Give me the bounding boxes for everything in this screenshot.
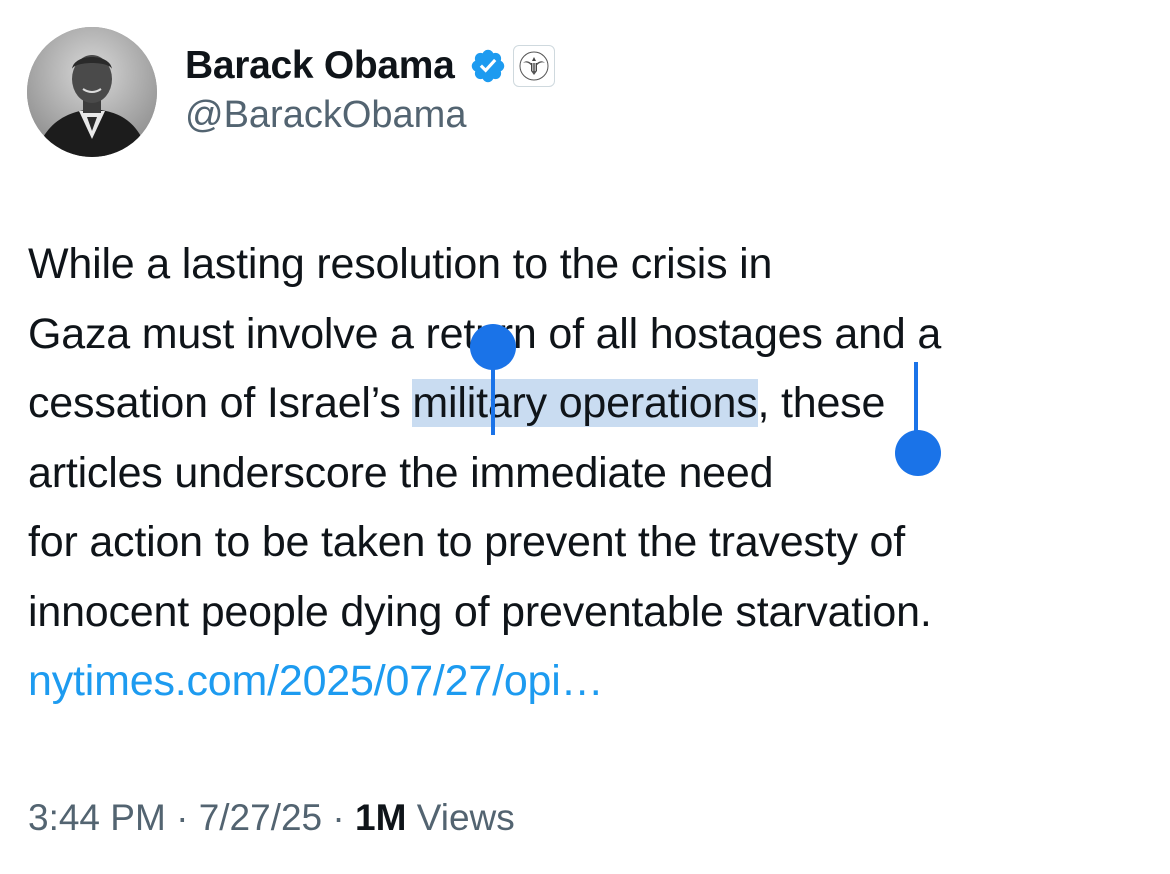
meta-separator: · xyxy=(176,797,189,838)
author-display-name[interactable]: Barack Obama xyxy=(185,44,455,88)
selection-start-handle[interactable] xyxy=(470,324,516,370)
tweet-link[interactable]: nytimes.com/2025/07/27/opi… xyxy=(28,647,1158,717)
tweet-line-1: While a lasting resolution to the crisis… xyxy=(28,240,773,288)
views-count[interactable]: 1M xyxy=(355,797,406,838)
tweet-line-6: innocent people dying of preventable sta… xyxy=(28,587,932,636)
meta-separator: · xyxy=(332,797,345,838)
tweet-line-4: articles underscore the immediate need xyxy=(28,448,774,497)
selection-end-handle[interactable] xyxy=(895,430,941,476)
tweet-line-3: cessation of Israel’s military operation… xyxy=(28,369,1158,439)
tweet-line-2: Gaza must involve a return of all hostag… xyxy=(28,309,942,358)
author-handle[interactable]: @BarackObama xyxy=(185,94,466,137)
tweet-line-3-after: , these xyxy=(757,379,886,427)
avatar[interactable] xyxy=(27,27,157,157)
government-seal-icon[interactable] xyxy=(512,45,555,87)
tweet-line-3-before: cessation of Israel’s xyxy=(28,379,413,427)
tweet-line-5: for action to be taken to prevent the tr… xyxy=(28,518,905,566)
tweet-meta: 3:44 PM · 7/27/25 · 1M Views xyxy=(28,797,515,839)
portrait-avatar xyxy=(27,27,157,157)
verified-badge-icon[interactable] xyxy=(469,47,507,85)
views-label: Views xyxy=(416,797,515,838)
tweet-date[interactable]: 7/27/25 xyxy=(199,797,322,838)
tweet-text[interactable]: While a lasting resolution to the crisis… xyxy=(28,230,1158,717)
selected-text[interactable]: military operations xyxy=(412,379,758,427)
tweet-time[interactable]: 3:44 PM xyxy=(28,797,166,838)
author-name-row: Barack Obama xyxy=(185,38,555,94)
